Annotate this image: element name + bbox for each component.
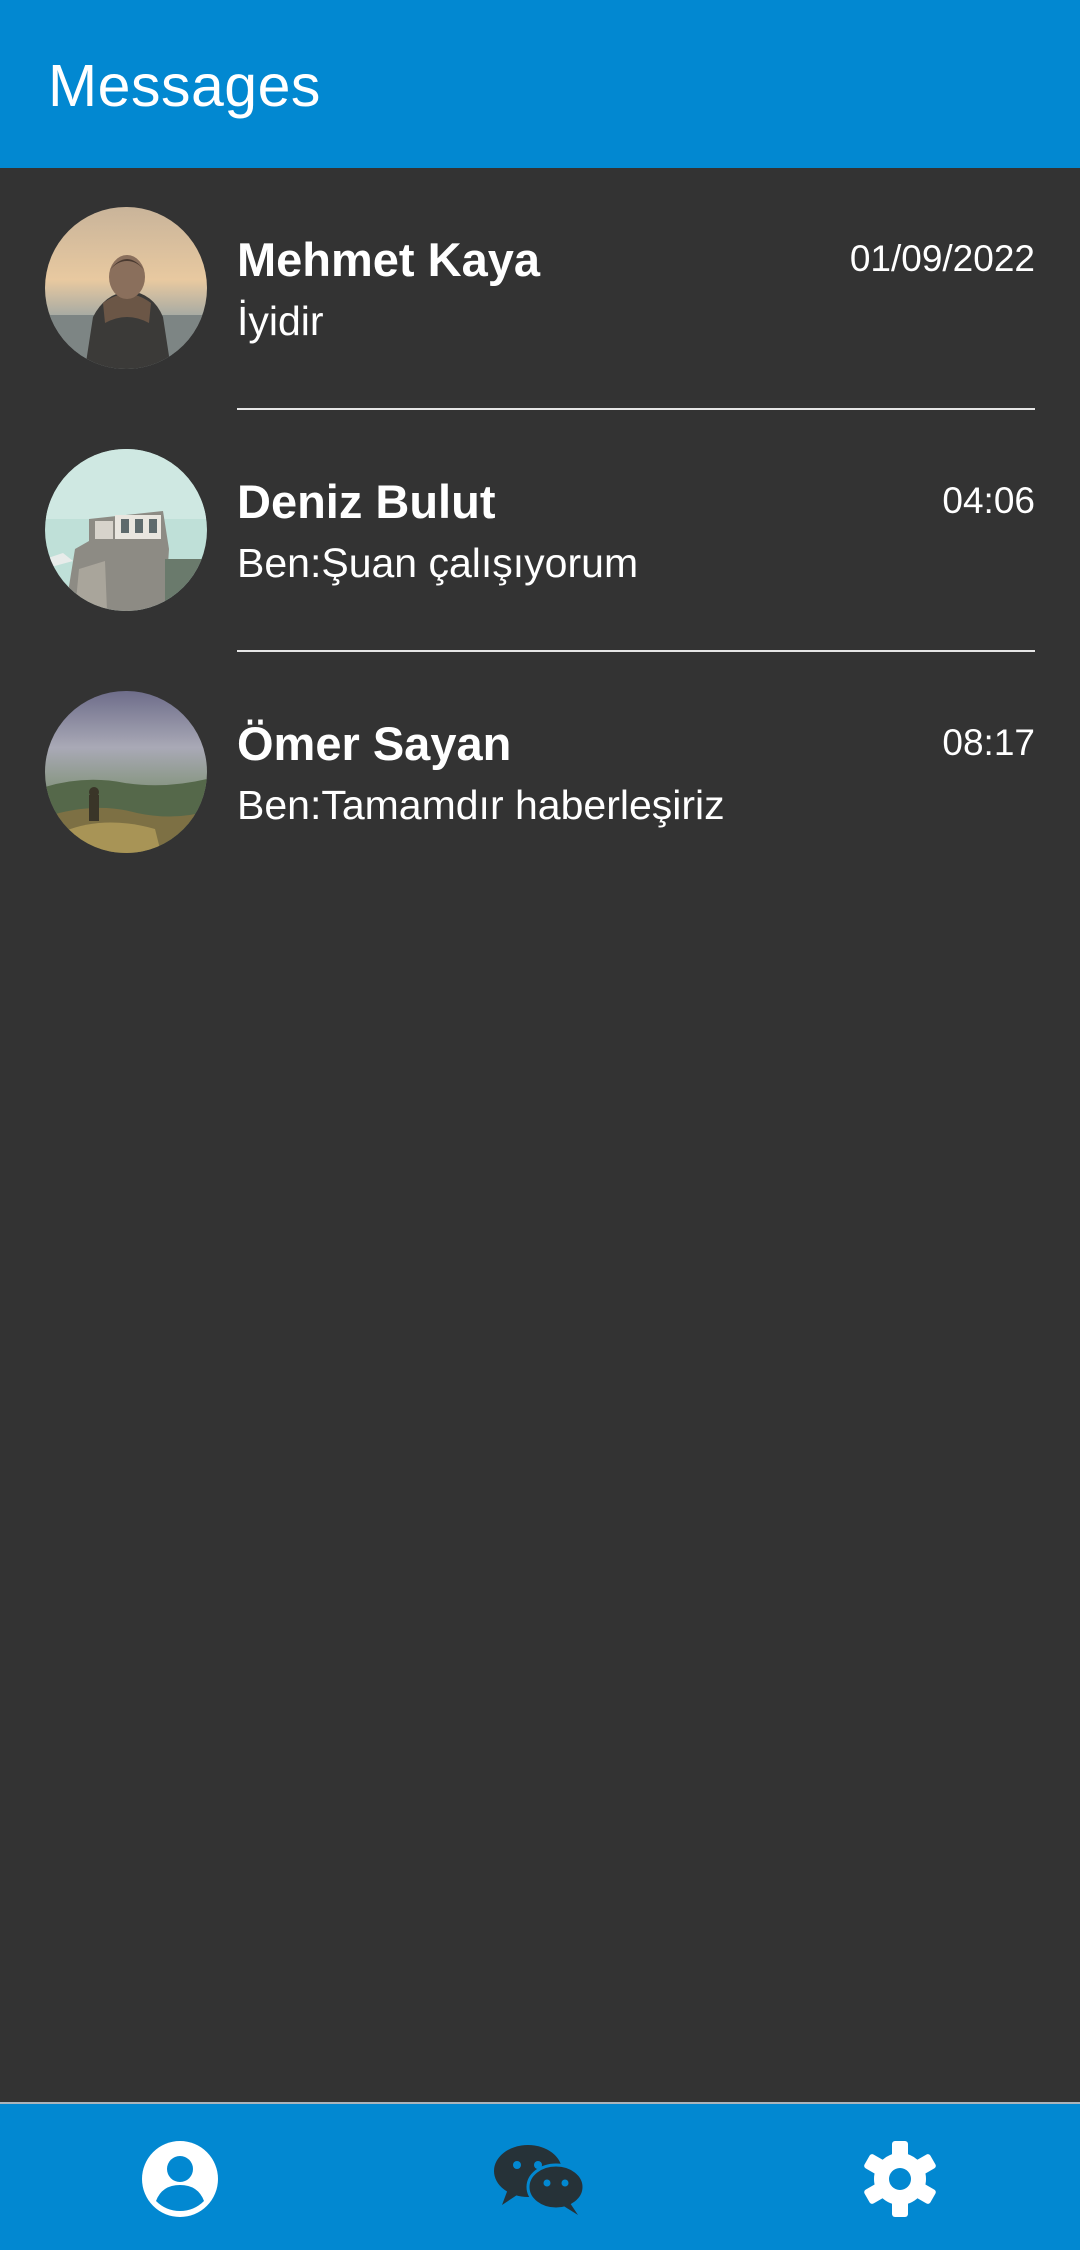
profile-icon — [140, 2139, 220, 2219]
message-time: 01/09/2022 — [849, 238, 1035, 279]
message-preview: Ben:Tamamdır haberleşiriz — [237, 782, 725, 828]
message-time: 04:06 — [942, 480, 1035, 521]
contact-name: Ömer Sayan — [237, 717, 512, 770]
message-preview: İyidir — [237, 298, 324, 344]
page-title: Messages — [48, 53, 321, 119]
settings-icon — [860, 2139, 940, 2219]
conversation-item-omer-sayan[interactable]: Ömer Sayan 08:17 Ben:Tamamdır haberleşir… — [0, 652, 1080, 894]
nav-chats-button[interactable] — [492, 2134, 588, 2224]
chat-icon — [494, 2143, 586, 2215]
avatar — [45, 691, 207, 853]
conversation-item-mehmet-kaya[interactable]: Mehmet Kaya 01/09/2022 İyidir — [0, 168, 1080, 410]
nav-profile-button[interactable] — [132, 2134, 228, 2224]
app-bar: Messages — [0, 0, 1080, 168]
bottom-navigation — [0, 2102, 1080, 2250]
nav-settings-button[interactable] — [852, 2134, 948, 2224]
avatar — [45, 449, 207, 611]
avatar — [45, 207, 207, 369]
contact-name: Mehmet Kaya — [237, 233, 540, 286]
message-preview: Ben:Şuan çalışıyorum — [237, 540, 639, 586]
contact-name: Deniz Bulut — [237, 475, 496, 528]
message-time: 08:17 — [942, 722, 1035, 763]
conversation-item-deniz-bulut[interactable]: Deniz Bulut 04:06 Ben:Şuan çalışıyorum — [0, 410, 1080, 652]
